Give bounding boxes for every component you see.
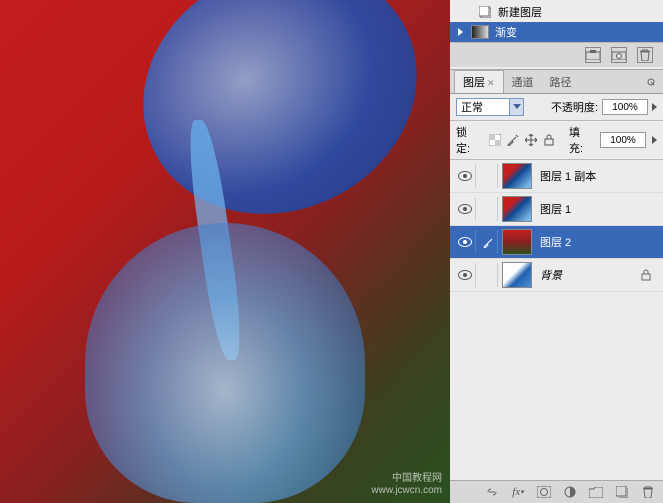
watermark-line2: www.jcwcn.com bbox=[371, 485, 442, 497]
history-panel: 新建图层 渐变 bbox=[450, 0, 663, 70]
link-layers-icon[interactable] bbox=[483, 484, 501, 500]
history-item-label: 新建图层 bbox=[498, 4, 542, 20]
link-col[interactable] bbox=[480, 197, 498, 221]
camera-icon[interactable] bbox=[611, 47, 627, 63]
right-panels: 新建图层 渐变 图层✕ 通道 路径 bbox=[450, 0, 663, 503]
link-col[interactable] bbox=[480, 230, 498, 254]
eye-icon bbox=[458, 270, 472, 280]
document-canvas[interactable]: 中国教程网 www.jcwcn.com bbox=[0, 0, 450, 503]
expand-icon bbox=[458, 28, 463, 36]
tab-close-icon[interactable]: ✕ bbox=[487, 78, 495, 88]
fill-flyout-icon[interactable] bbox=[652, 136, 657, 144]
dropdown-arrow-icon bbox=[509, 99, 523, 115]
watermark-line1: 中国教程网 bbox=[371, 473, 442, 485]
history-item-label: 渐变 bbox=[495, 24, 517, 40]
layers-footer: fx▾ bbox=[450, 480, 663, 503]
canvas-image-glass bbox=[85, 223, 365, 503]
watermark: 中国教程网 www.jcwcn.com bbox=[371, 473, 442, 497]
fill-input[interactable]: 100% bbox=[600, 132, 646, 148]
history-panel-footer bbox=[450, 42, 663, 67]
visibility-toggle[interactable] bbox=[454, 197, 476, 221]
tab-label: 图层 bbox=[463, 77, 485, 89]
lock-fill-row: 锁定: 填充: 100% bbox=[450, 121, 663, 160]
layer-style-icon[interactable]: fx▾ bbox=[509, 484, 527, 500]
delete-layer-icon[interactable] bbox=[639, 484, 657, 500]
link-col[interactable] bbox=[480, 164, 498, 188]
layer-name[interactable]: 图层 2 bbox=[536, 234, 659, 250]
visibility-toggle[interactable] bbox=[454, 263, 476, 287]
layer-row[interactable]: 图层 2 bbox=[450, 226, 663, 259]
history-item-gradient[interactable]: 渐变 bbox=[450, 22, 663, 42]
lock-pixels-icon[interactable] bbox=[505, 132, 521, 148]
layer-thumbnail[interactable] bbox=[502, 163, 532, 189]
panel-menu-icon[interactable] bbox=[643, 76, 659, 88]
lock-position-icon[interactable] bbox=[523, 132, 539, 148]
trash-icon[interactable] bbox=[637, 47, 653, 63]
eye-icon bbox=[458, 204, 472, 214]
tab-layers[interactable]: 图层✕ bbox=[454, 70, 504, 93]
adjustment-layer-icon[interactable] bbox=[561, 484, 579, 500]
brush-icon bbox=[483, 236, 495, 248]
layer-name[interactable]: 图层 1 副本 bbox=[536, 168, 659, 184]
lock-all-icon[interactable] bbox=[541, 132, 557, 148]
layer-row[interactable]: 图层 1 bbox=[450, 193, 663, 226]
layer-row[interactable]: 背景 bbox=[450, 259, 663, 292]
layer-thumbnail[interactable] bbox=[502, 196, 532, 222]
layers-list: 图层 1 副本 图层 1 图层 2 背景 bbox=[450, 160, 663, 480]
layer-thumbnail[interactable] bbox=[502, 229, 532, 255]
new-layer-icon[interactable] bbox=[613, 484, 631, 500]
layer-name[interactable]: 背景 bbox=[536, 267, 635, 283]
snapshot-icon[interactable] bbox=[585, 47, 601, 63]
lock-label: 锁定: bbox=[456, 124, 481, 156]
opacity-input[interactable]: 100% bbox=[602, 99, 648, 115]
tab-paths[interactable]: 路径 bbox=[542, 71, 580, 93]
lock-icon bbox=[639, 269, 653, 281]
layer-mask-icon[interactable] bbox=[535, 484, 553, 500]
blend-mode-value: 正常 bbox=[461, 99, 483, 115]
history-item-new-layer[interactable]: 新建图层 bbox=[450, 2, 663, 22]
layer-name[interactable]: 图层 1 bbox=[536, 201, 659, 217]
gradient-icon bbox=[471, 25, 489, 39]
blend-mode-select[interactable]: 正常 bbox=[456, 98, 524, 116]
new-group-icon[interactable] bbox=[587, 484, 605, 500]
opacity-label: 不透明度: bbox=[551, 99, 598, 115]
panel-tabs: 图层✕ 通道 路径 bbox=[450, 70, 663, 94]
eye-icon bbox=[458, 237, 472, 247]
new-layer-icon bbox=[478, 5, 492, 19]
fill-label: 填充: bbox=[569, 124, 594, 156]
tab-channels[interactable]: 通道 bbox=[504, 71, 542, 93]
visibility-toggle[interactable] bbox=[454, 230, 476, 254]
opacity-flyout-icon[interactable] bbox=[652, 103, 657, 111]
visibility-toggle[interactable] bbox=[454, 164, 476, 188]
lock-transparency-icon[interactable] bbox=[487, 132, 503, 148]
blend-opacity-row: 正常 不透明度: 100% bbox=[450, 94, 663, 121]
canvas-image-pitcher bbox=[102, 0, 450, 258]
eye-icon bbox=[458, 171, 472, 181]
layer-thumbnail[interactable] bbox=[502, 262, 532, 288]
layer-row[interactable]: 图层 1 副本 bbox=[450, 160, 663, 193]
link-col[interactable] bbox=[480, 263, 498, 287]
